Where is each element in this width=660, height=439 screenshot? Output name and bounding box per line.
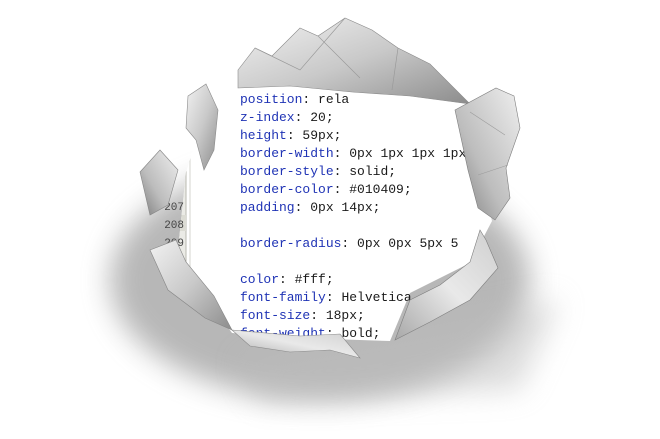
paper-flap-left-upper bbox=[185, 83, 219, 171]
paper-flap-bottom-right bbox=[394, 229, 499, 341]
paper-flap-left-lower bbox=[149, 239, 233, 331]
paper-flap-left-middle bbox=[139, 149, 179, 216]
torn-paper-illustration: 207 208 209 position: relaz-index: 20;he… bbox=[0, 0, 660, 439]
paper-flap-right bbox=[454, 87, 521, 221]
paper-flap-top bbox=[237, 17, 471, 105]
torn-paper-flaps bbox=[139, 17, 521, 359]
paper-flap-bottom bbox=[231, 329, 361, 359]
